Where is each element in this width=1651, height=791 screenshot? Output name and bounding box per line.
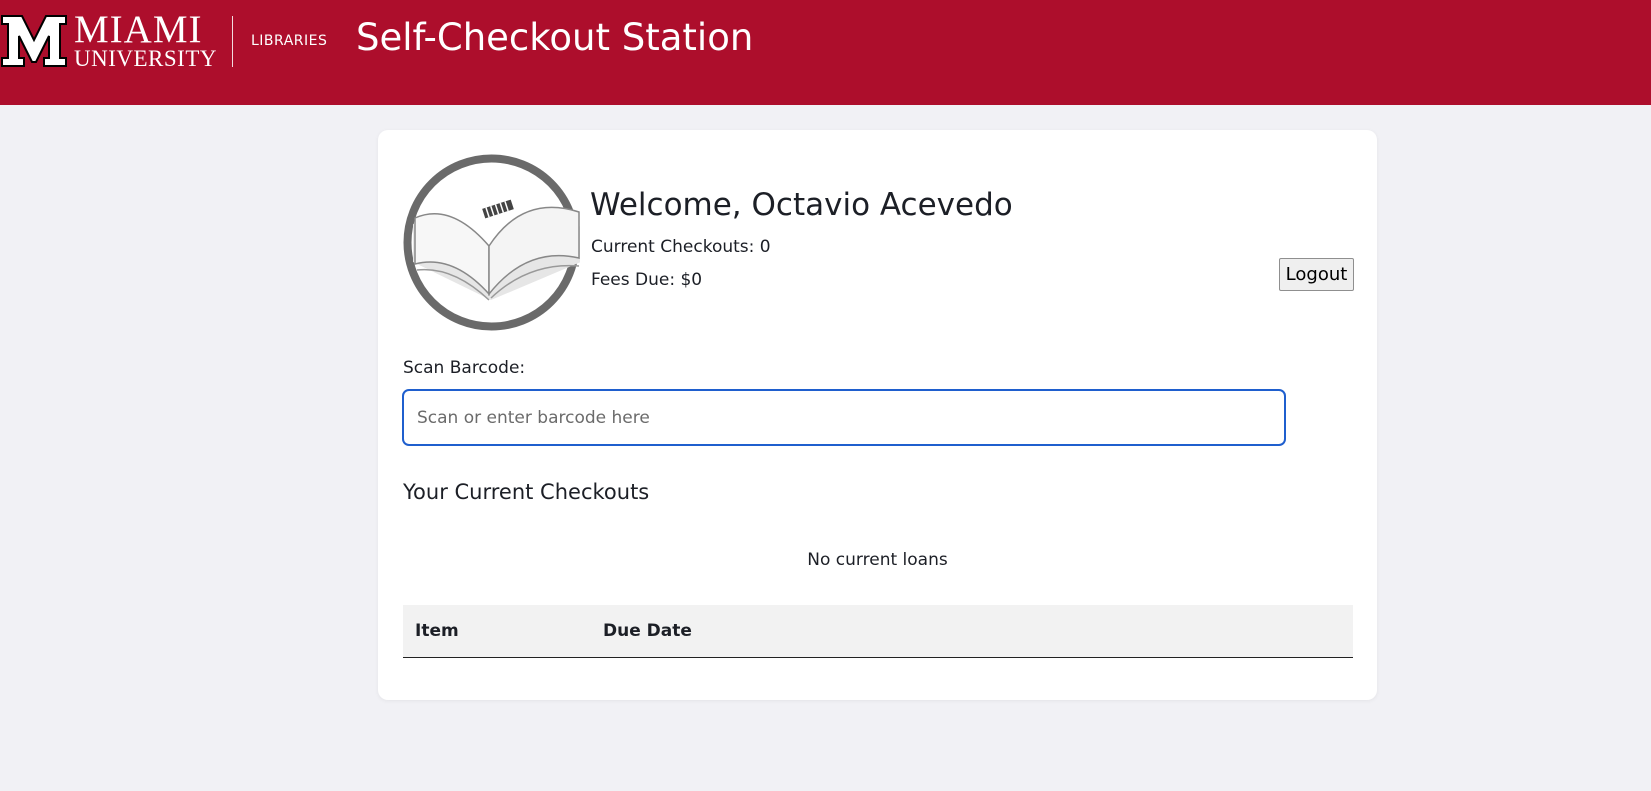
- wordmark-line1: MIAMI: [74, 8, 203, 51]
- current-checkouts-count: Current Checkouts: 0: [591, 237, 771, 257]
- scan-barcode-label: Scan Barcode:: [403, 358, 526, 378]
- miami-m-logo-icon: [1, 15, 67, 67]
- table-header-row: Item Due Date: [403, 605, 1353, 658]
- welcome-heading: Welcome, Octavio Acevedo: [590, 187, 1013, 223]
- empty-loans-message: No current loans: [807, 550, 948, 570]
- wordmark-line2: UNIVERSITY: [74, 46, 217, 71]
- current-checkouts-heading: Your Current Checkouts: [403, 480, 650, 504]
- site-header: MIAMI UNIVERSITY LIBRARIES Self-Checkout…: [0, 0, 1651, 105]
- logout-button[interactable]: Logout: [1279, 258, 1354, 291]
- column-header-due-date: Due Date: [591, 605, 1353, 658]
- open-book-icon: [403, 154, 580, 331]
- miami-university-wordmark: MIAMI UNIVERSITY: [74, 8, 217, 71]
- column-header-item: Item: [403, 605, 591, 658]
- page-title: Self-Checkout Station: [356, 16, 754, 59]
- checkout-card: Welcome, Octavio Acevedo Current Checkou…: [378, 130, 1377, 700]
- barcode-input[interactable]: [402, 389, 1286, 446]
- fees-due-amount: Fees Due: $0: [591, 270, 703, 290]
- logo-divider: [232, 16, 233, 67]
- loans-table: Item Due Date: [403, 605, 1353, 658]
- libraries-label: LIBRARIES: [251, 33, 328, 49]
